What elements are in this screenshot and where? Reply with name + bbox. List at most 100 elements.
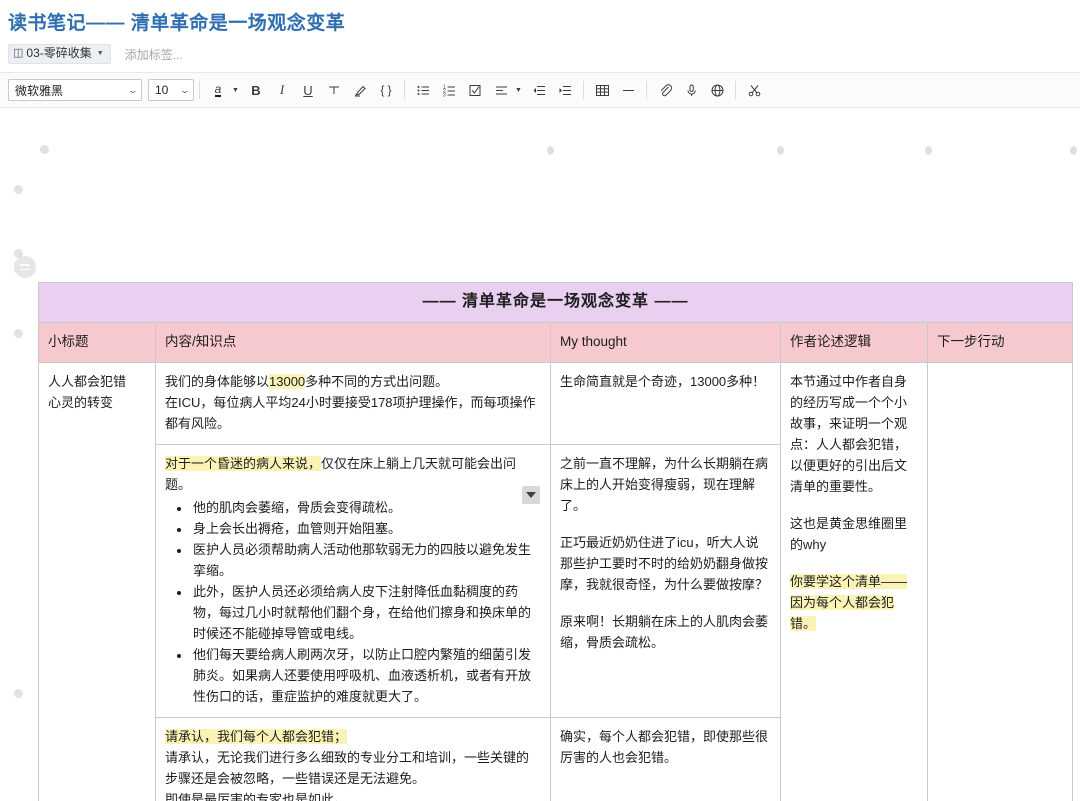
page-title: 读书笔记—— 清单革命是一场观念变革 [8, 8, 345, 35]
thought-paragraph: 正巧最近奶奶住进了icu，听大人说那些护工要时不时的给奶奶翻身做按摩，我就很奇怪… [560, 532, 771, 595]
toolbar-divider [646, 81, 647, 99]
scissors-icon[interactable] [741, 77, 767, 103]
notebook-icon: ◫ [13, 46, 23, 61]
toolbar-divider [735, 81, 736, 99]
highlighted-phrase: 请承认，我们每个人都会犯错； [165, 729, 347, 744]
highlighter-icon[interactable] [347, 77, 373, 103]
content-paragraph: 请承认，无论我们进行多么细致的专业分工和培训，一些关键的步骤还是会被忽略，一些错… [165, 747, 541, 789]
cell-my-thought[interactable]: 确实，每个人都会犯错，即使那些很厉害的人也会犯错。 [551, 718, 781, 801]
add-tag-input[interactable]: 添加标签... [125, 46, 183, 63]
bullet-list-icon[interactable] [410, 77, 436, 103]
globe-icon[interactable] [704, 77, 730, 103]
column-header-next-action: 下一步行动 [928, 323, 1073, 363]
tag-bar: ◫ 03-零碎收集 ▼ 添加标签... [8, 44, 183, 64]
table-icon[interactable] [589, 77, 615, 103]
cell-next-action[interactable] [928, 363, 1073, 801]
font-size-value: 10 [155, 83, 168, 97]
table-row-handle[interactable] [14, 689, 23, 698]
table-row-handle[interactable] [40, 145, 49, 154]
note-editor-canvas[interactable]: —— 清单革命是一场观念变革 —— 小标题 内容/知识点 My thought … [0, 109, 1080, 801]
table-column-handle[interactable] [1070, 146, 1077, 155]
spacer [790, 497, 918, 513]
highlighted-conclusion: 你要学这个清单—— 因为每个人都会犯错。 [790, 574, 907, 631]
column-header-author-logic: 作者论述逻辑 [781, 323, 928, 363]
cell-author-logic[interactable]: 本节通过中作者自身的经历写成一个个小故事，来证明一个观点：人人都会犯错，以便更好… [781, 363, 928, 801]
logic-paragraph-highlighted: 你要学这个清单—— 因为每个人都会犯错。 [790, 571, 918, 634]
bold-button[interactable]: B [243, 77, 269, 103]
content-paragraph: 即使是最厉害的专家也是如此。 [165, 789, 541, 801]
font-color-button[interactable]: a [205, 77, 231, 103]
numbered-list-icon[interactable]: 123 [436, 77, 462, 103]
outdent-icon[interactable] [526, 77, 552, 103]
highlighted-phrase: 对于一个昏迷的病人来说， [165, 456, 321, 471]
content-text-b: 多种不同的方式出问题。 [305, 374, 448, 389]
chevron-down-icon: ⌄ [128, 85, 139, 96]
notebook-selector[interactable]: ◫ 03-零碎收集 ▼ [8, 44, 111, 64]
table-menu-handle[interactable] [14, 256, 36, 278]
logic-paragraph: 这也是黄金思维圈里的why [790, 513, 918, 555]
note-table[interactable]: —— 清单革命是一场观念变革 —— 小标题 内容/知识点 My thought … [38, 282, 1073, 801]
table-row[interactable]: 人人都会犯错 心灵的转变 我们的身体能够以13000多种不同的方式出问题。 在I… [39, 363, 1073, 445]
table-header-row: 小标题 内容/知识点 My thought 作者论述逻辑 下一步行动 [39, 323, 1073, 363]
list-item: 身上会长出褥疮，血管则开始阻塞。 [191, 518, 541, 539]
cell-my-thought[interactable]: 生命简直就是个奇迹，13000多种！ [551, 363, 781, 445]
column-header-my-thought: My thought [551, 323, 781, 363]
table-row-handle[interactable] [14, 185, 23, 194]
align-icon[interactable] [488, 77, 514, 103]
spacer [560, 595, 771, 611]
spacer [560, 516, 771, 532]
insert-group [589, 77, 641, 103]
cell-my-thought[interactable]: 之前一直不理解，为什么长期躺在病床上的人开始变得瘦弱，现在理解了。 正巧最近奶奶… [551, 445, 781, 718]
toolbar-divider [199, 81, 200, 99]
code-button[interactable]: { } [373, 77, 399, 103]
cell-content[interactable]: 我们的身体能够以13000多种不同的方式出问题。 在ICU，每位病人平均24小时… [156, 363, 551, 445]
table-row-handle[interactable] [14, 329, 23, 338]
font-family-value: 微软雅黑 [15, 82, 63, 99]
notebook-name: 03-零碎收集 [26, 46, 91, 61]
thought-paragraph: 之前一直不理解，为什么长期躺在病床上的人开始变得瘦弱，现在理解了。 [560, 453, 771, 516]
thought-paragraph: 确实，每个人都会犯错，即使那些很厉害的人也会犯错。 [560, 726, 771, 768]
subtitle-line-2: 心灵的转变 [48, 392, 146, 413]
table-column-handle[interactable] [925, 146, 932, 155]
audio-icon[interactable] [678, 77, 704, 103]
strikethrough-button[interactable]: T [321, 77, 347, 103]
logic-paragraph: 本节通过中作者自身的经历写成一个个小故事，来证明一个观点：人人都会犯错，以便更好… [790, 371, 918, 497]
cell-content[interactable]: 对于一个昏迷的病人来说，仅仅在床上躺上几天就可能会出问题。 他的肌肉会萎缩，骨质… [156, 445, 551, 718]
cell-content[interactable]: 请承认，我们每个人都会犯错； 请承认，无论我们进行多么细致的专业分工和培训，一些… [156, 718, 551, 801]
indent-icon[interactable] [552, 77, 578, 103]
toolbar-divider [404, 81, 405, 99]
svg-text:3: 3 [443, 92, 446, 98]
content-bullet-list: 他的肌肉会萎缩，骨质会变得疏松。 身上会长出褥疮，血管则开始阻塞。 医护人员必须… [165, 497, 541, 707]
attachment-icon[interactable] [652, 77, 678, 103]
content-paragraph: 请承认，我们每个人都会犯错； [165, 726, 541, 747]
checkbox-list-icon[interactable] [462, 77, 488, 103]
media-group [652, 77, 730, 103]
text-style-group: a ▼ B I U T { } [205, 77, 399, 103]
thought-paragraph: 生命简直就是个奇迹，13000多种！ [560, 371, 771, 392]
align-dropdown[interactable]: ▼ [514, 77, 526, 103]
content-paragraph: 对于一个昏迷的病人来说，仅仅在床上躺上几天就可能会出问题。 [165, 453, 541, 495]
chevron-down-icon [526, 492, 536, 498]
content-paragraph: 我们的身体能够以13000多种不同的方式出问题。 [165, 371, 541, 392]
highlighted-number: 13000 [269, 374, 305, 389]
content-text-a: 我们的身体能够以 [165, 374, 269, 389]
chevron-down-icon: ⌄ [180, 85, 191, 96]
cell-subtitle[interactable]: 人人都会犯错 心灵的转变 [39, 363, 156, 801]
table-column-handle[interactable] [547, 146, 554, 155]
list-item: 他们每天要给病人刷两次牙，以防止口腔内繁殖的细菌引发肺炎。如果病人还要使用呼吸机… [191, 644, 541, 707]
horizontal-rule-icon[interactable] [615, 77, 641, 103]
underline-button[interactable]: U [295, 77, 321, 103]
cell-expand-toggle[interactable] [522, 486, 540, 504]
table-column-handle[interactable] [777, 146, 784, 155]
toolbar-divider [583, 81, 584, 99]
italic-button[interactable]: I [269, 77, 295, 103]
font-size-select[interactable]: 10 ⌄ [148, 79, 194, 101]
table-row-handle[interactable] [14, 249, 23, 258]
list-item: 医护人员必须帮助病人活动他那软弱无力的四肢以避免发生挛缩。 [191, 539, 541, 581]
spacer [790, 555, 918, 571]
font-color-dropdown[interactable]: ▼ [231, 77, 243, 103]
table-banner: —— 清单革命是一场观念变革 —— [39, 283, 1073, 323]
font-family-select[interactable]: 微软雅黑 ⌄ [8, 79, 142, 101]
list-item: 他的肌肉会萎缩，骨质会变得疏松。 [191, 497, 541, 518]
column-header-subtitle: 小标题 [39, 323, 156, 363]
